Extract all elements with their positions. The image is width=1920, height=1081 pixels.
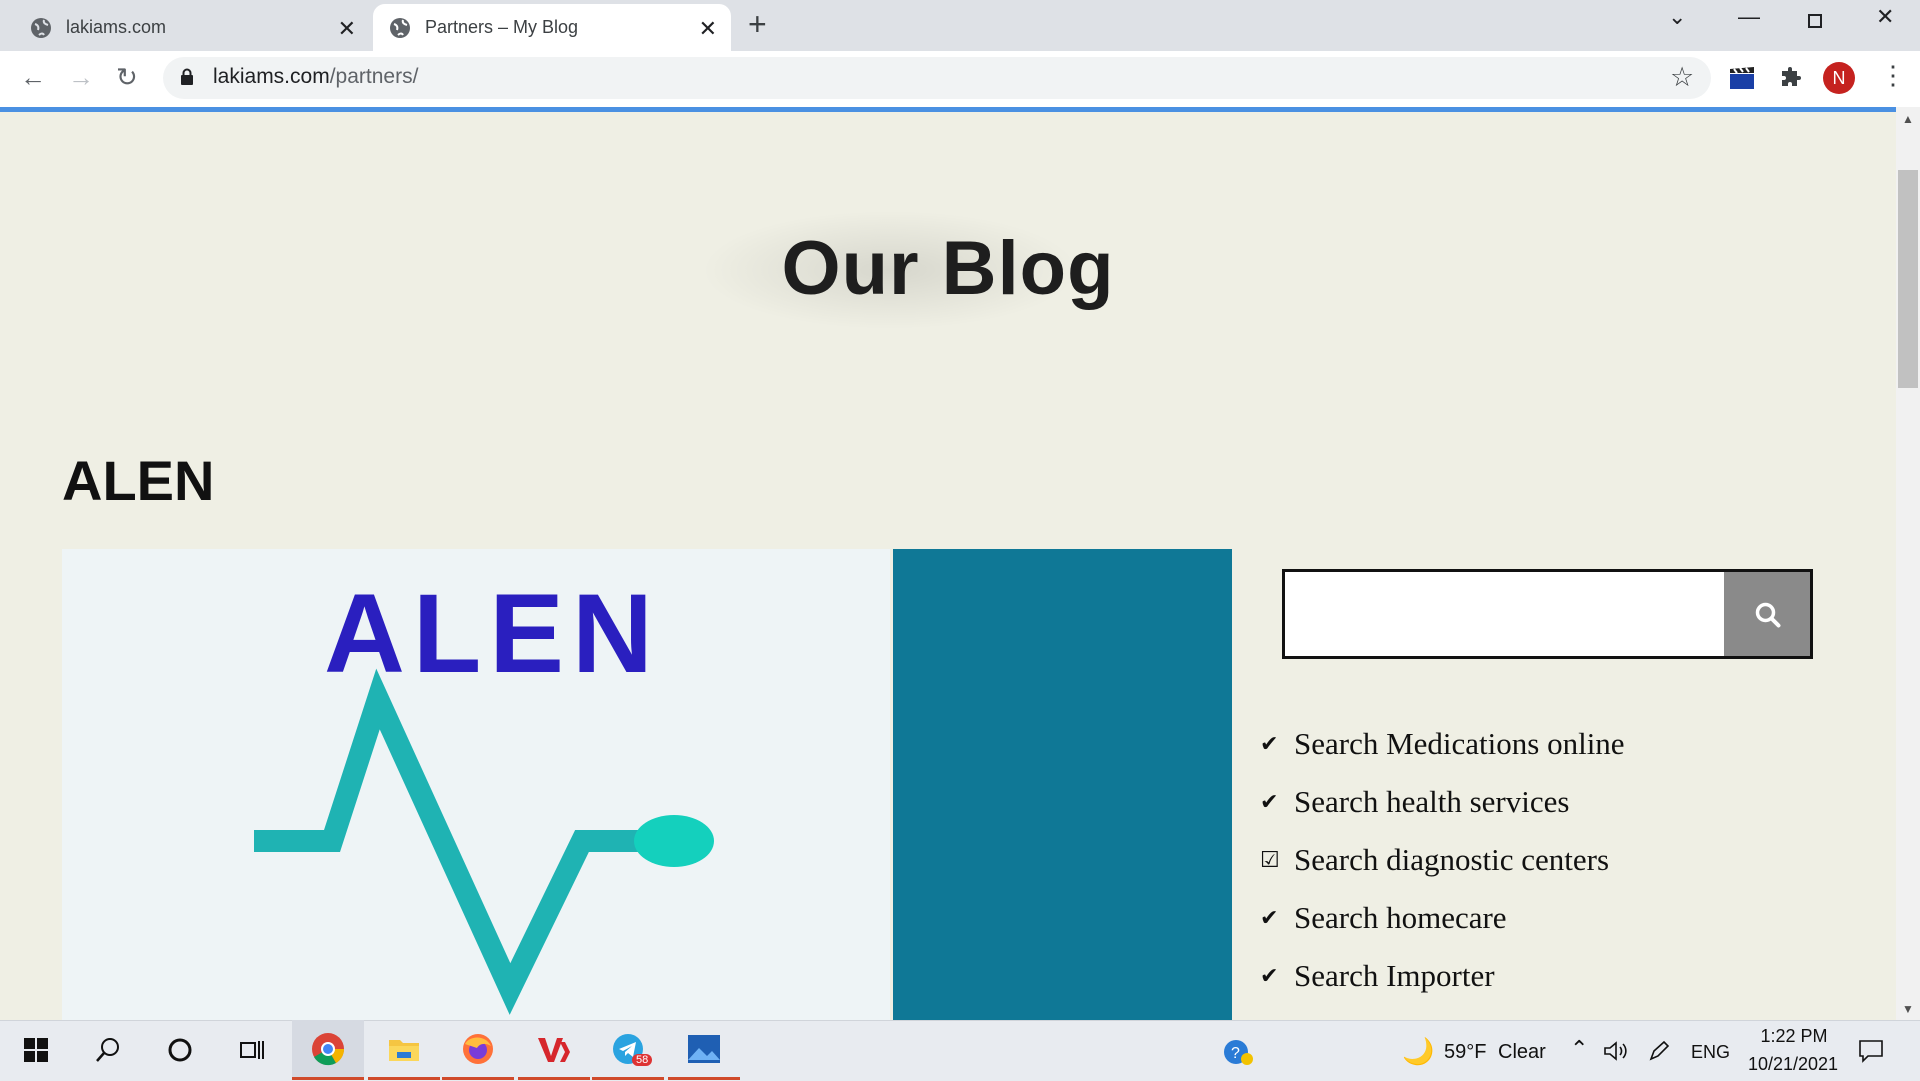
- photos-taskbar-app[interactable]: [668, 1020, 740, 1080]
- profile-avatar[interactable]: N: [1823, 62, 1855, 94]
- clock-date[interactable]: 10/21/2021: [1738, 1054, 1848, 1075]
- list-item: ✔ Search Medications online: [1260, 715, 1880, 773]
- chrome-icon: [312, 1032, 345, 1065]
- search-taskbar-button[interactable]: [72, 1020, 144, 1080]
- check-icon: ✔: [1260, 905, 1279, 930]
- vk-taskbar-app[interactable]: [518, 1020, 590, 1080]
- language-indicator[interactable]: ENG: [1691, 1042, 1730, 1063]
- forward-icon[interactable]: →: [68, 62, 94, 93]
- feature-list: ✔ Search Medications online ✔ Search healt…: [1260, 715, 1880, 1005]
- chrome-taskbar-app[interactable]: [292, 1020, 364, 1080]
- globe-icon: [31, 17, 51, 38]
- feature-label: Search Medications online: [1294, 726, 1625, 761]
- cortana-button[interactable]: [144, 1020, 216, 1080]
- telegram-taskbar-app[interactable]: 58: [592, 1020, 664, 1080]
- clapperboard-icon[interactable]: [1729, 66, 1755, 90]
- firefox-icon: [463, 1033, 493, 1064]
- post-featured-image[interactable]: ALEN: [62, 549, 890, 1020]
- restore-icon[interactable]: [1808, 14, 1822, 28]
- teal-panel: [893, 549, 1232, 1020]
- extensions-puzzle-icon[interactable]: [1779, 66, 1803, 90]
- page-top-bar: [0, 107, 1896, 112]
- feature-label: Search Importer: [1294, 958, 1495, 993]
- show-hidden-icons-chevron-icon[interactable]: ⌃: [1570, 1036, 1588, 1062]
- svg-text:?: ?: [1231, 1045, 1240, 1062]
- url-path: /partners/: [329, 65, 419, 88]
- tab-lakiams[interactable]: lakiams.com ✕: [12, 4, 370, 51]
- weather-temp[interactable]: 59°F: [1444, 1041, 1486, 1064]
- new-tab-icon[interactable]: +: [748, 6, 767, 43]
- start-button[interactable]: [0, 1020, 72, 1080]
- scrollbar-thumb[interactable]: [1898, 170, 1918, 388]
- globe-icon: [390, 17, 410, 38]
- notification-center-icon[interactable]: [1858, 1039, 1884, 1063]
- tab-title: lakiams.com: [66, 17, 167, 37]
- check-icon: ✔: [1260, 789, 1279, 814]
- page-title: Our Blog: [781, 226, 1115, 311]
- url-host: lakiams.com: [213, 65, 330, 88]
- back-icon[interactable]: ←: [20, 62, 46, 93]
- help-icon[interactable]: ?: [1222, 1038, 1254, 1066]
- post-heading[interactable]: ALEN: [62, 448, 214, 513]
- tab-search-chevron-icon[interactable]: ⌄: [1668, 4, 1686, 30]
- feature-label: Search health services: [1294, 784, 1570, 819]
- search-icon: [1755, 602, 1781, 628]
- weather-condition[interactable]: Clear: [1498, 1041, 1546, 1064]
- moon-weather-icon: 🌙: [1402, 1036, 1435, 1066]
- feature-label: Search diagnostic centers: [1294, 842, 1610, 877]
- menu-kebab-icon[interactable]: ⋮: [1880, 60, 1906, 91]
- feature-label: Search homecare: [1294, 900, 1507, 935]
- scroll-up-icon[interactable]: ▲: [1902, 112, 1914, 126]
- check-icon: ✔: [1260, 731, 1279, 756]
- folder-icon: [389, 1039, 419, 1061]
- pen-ink-icon[interactable]: [1648, 1040, 1670, 1062]
- task-view-icon: [240, 1041, 264, 1059]
- lock-icon: [181, 68, 193, 85]
- firefox-taskbar-app[interactable]: [442, 1020, 514, 1080]
- check-icon: ✔: [1260, 963, 1279, 988]
- minimize-icon[interactable]: —: [1738, 4, 1760, 30]
- file-explorer-taskbar-app[interactable]: [368, 1020, 440, 1080]
- task-view-button[interactable]: [216, 1020, 288, 1080]
- volume-icon[interactable]: [1603, 1040, 1629, 1062]
- close-window-icon[interactable]: ✕: [1876, 4, 1894, 30]
- photos-icon: [688, 1034, 720, 1063]
- tab-title: Partners – My Blog: [425, 17, 579, 37]
- reload-icon[interactable]: ↻: [116, 62, 138, 93]
- heartbeat-line-icon: [254, 668, 714, 1015]
- search-icon: [96, 1038, 119, 1062]
- windows-logo-icon: [24, 1038, 48, 1062]
- search-button[interactable]: [1724, 572, 1810, 656]
- taskbar: [0, 1020, 1920, 1081]
- clock-time[interactable]: 1:22 PM: [1754, 1026, 1834, 1047]
- bookmark-star-icon[interactable]: ☆: [1670, 62, 1694, 93]
- list-item: ✔ Search homecare: [1260, 889, 1880, 947]
- list-item: ✔ Search Importer: [1260, 947, 1880, 1005]
- scroll-down-icon[interactable]: ▼: [1902, 1002, 1914, 1016]
- list-item: ✔ Search health services: [1260, 773, 1880, 831]
- list-item: ☑ Search diagnostic centers: [1260, 831, 1880, 889]
- close-tab-icon[interactable]: ✕: [338, 16, 356, 42]
- telegram-badge: 58: [632, 1054, 653, 1066]
- cortana-circle-icon: [168, 1038, 192, 1062]
- checkbox-icon: ☑: [1260, 847, 1280, 872]
- close-tab-icon[interactable]: ✕: [699, 16, 717, 42]
- vk-icon: [538, 1037, 570, 1062]
- url-text[interactable]: lakiams.com/partners/: [213, 65, 418, 89]
- tab-partners[interactable]: Partners – My Blog ✕: [373, 4, 731, 51]
